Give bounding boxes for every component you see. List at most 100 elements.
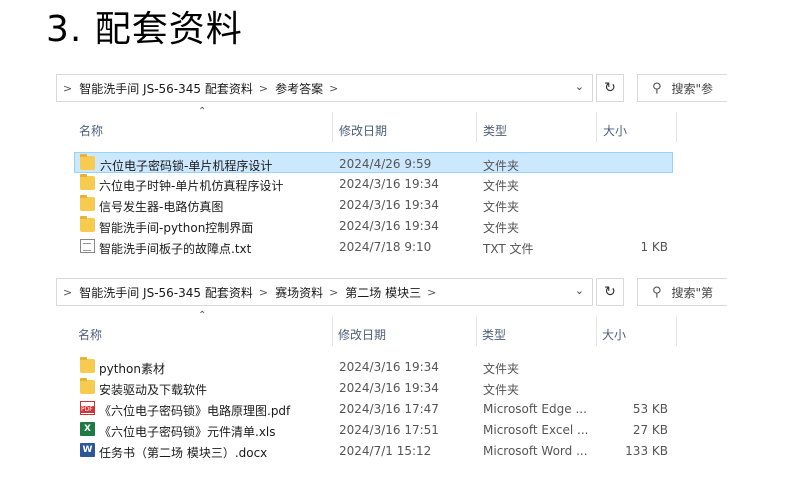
chevron-right-icon[interactable]: >: [329, 286, 338, 299]
file-list: python素材 2024/3/16 19:34 文件夹 安装驱动及下载软件 2…: [56, 356, 720, 461]
address-bar[interactable]: > 智能洗手间 JS-56-345 配套资料 > 赛场资料 > 第二场 模块三 …: [56, 278, 593, 306]
page-heading: 3. 配套资料: [46, 9, 243, 50]
folder-icon: [80, 174, 95, 190]
column-divider[interactable]: [332, 316, 333, 346]
file-explorer-2: > 智能洗手间 JS-56-345 配套资料 > 赛场资料 > 第二场 模块三 …: [56, 276, 727, 461]
file-type: 文件夹: [483, 383, 520, 397]
file-type: 文件夹: [483, 179, 520, 193]
column-header-date[interactable]: 修改日期: [338, 326, 386, 343]
file-row[interactable]: 信号发生器-电路仿真图 2024/3/16 19:34 文件夹: [56, 194, 720, 215]
file-type: 文件夹: [483, 221, 520, 235]
column-header-size[interactable]: 大小: [603, 122, 627, 139]
file-name: 六位电子时钟-单片机仿真程序设计: [99, 179, 284, 193]
column-header-type[interactable]: 类型: [482, 326, 506, 343]
chevron-down-icon[interactable]: ⌄: [575, 284, 584, 297]
txt-file-icon: [80, 239, 95, 253]
file-row[interactable]: 六位电子时钟-单片机仿真程序设计 2024/3/16 19:34 文件夹: [56, 173, 720, 194]
breadcrumb-segment[interactable]: 智能洗手间 JS-56-345 配套资料: [79, 284, 253, 301]
file-name: 信号发生器-电路仿真图: [99, 200, 224, 214]
word-file-icon: W: [80, 443, 95, 457]
file-date: 2024/3/16 19:34: [339, 198, 439, 212]
breadcrumb-segment[interactable]: 参考答案: [275, 80, 323, 97]
file-name: 六位电子密码锁-单片机程序设计: [100, 159, 273, 173]
column-divider[interactable]: [676, 112, 677, 142]
file-explorer-1: > 智能洗手间 JS-56-345 配套资料 > 参考答案 > ⌄ ↻ ⚲ 搜索…: [56, 72, 727, 257]
breadcrumb-segment[interactable]: 第二场 模块三: [345, 284, 421, 301]
sort-up-icon: ⌃: [198, 106, 207, 117]
search-placeholder: 搜索"第: [671, 285, 714, 300]
file-row[interactable]: 智能洗手间板子的故障点.txt 2024/7/18 9:10 TXT 文件 1 …: [56, 236, 720, 257]
column-header-name[interactable]: 名称: [78, 326, 102, 343]
column-divider[interactable]: [476, 112, 477, 142]
breadcrumb-segment[interactable]: 赛场资料: [275, 284, 323, 301]
column-header-size[interactable]: 大小: [602, 326, 626, 343]
file-date: 2024/3/16 19:34: [339, 177, 439, 191]
column-header-row: ⌃ 名称 修改日期 类型 大小: [56, 106, 720, 144]
file-name: 任务书（第二场 模块三）.docx: [99, 446, 268, 460]
file-row[interactable]: PDF 《六位电子密码锁》电路原理图.pdf 2024/3/16 17:47 M…: [56, 398, 720, 419]
file-row[interactable]: W 任务书（第二场 模块三）.docx 2024/7/1 15:12 Micro…: [56, 440, 720, 461]
address-row: > 智能洗手间 JS-56-345 配套资料 > 赛场资料 > 第二场 模块三 …: [56, 276, 727, 308]
folder-icon: [80, 195, 95, 211]
chevron-down-icon[interactable]: ⌄: [575, 80, 584, 93]
sort-up-icon: ⌃: [198, 310, 207, 321]
address-bar[interactable]: > 智能洗手间 JS-56-345 配套资料 > 参考答案 > ⌄: [56, 74, 593, 102]
search-input[interactable]: ⚲ 搜索"参: [637, 74, 727, 102]
address-row: > 智能洗手间 JS-56-345 配套资料 > 参考答案 > ⌄ ↻ ⚲ 搜索…: [56, 72, 727, 104]
refresh-button[interactable]: ↻: [596, 278, 624, 306]
file-date: 2024/7/1 15:12: [339, 444, 432, 458]
file-type: 文件夹: [483, 362, 520, 376]
file-name: python素材: [99, 362, 165, 376]
column-header-row: ⌃ 名称 修改日期 类型 大小: [56, 310, 720, 348]
breadcrumb-segment[interactable]: 智能洗手间 JS-56-345 配套资料: [79, 80, 253, 97]
file-size: 27 KB: [632, 423, 668, 437]
search-icon: ⚲: [652, 80, 662, 96]
chevron-right-icon[interactable]: >: [259, 82, 268, 95]
pdf-file-icon: PDF: [80, 401, 95, 415]
chevron-right-icon[interactable]: >: [329, 82, 338, 95]
column-header-type[interactable]: 类型: [483, 122, 507, 139]
file-name: 智能洗手间板子的故障点.txt: [99, 242, 252, 256]
file-type: Microsoft Excel ...: [483, 423, 589, 437]
column-divider[interactable]: [596, 112, 597, 142]
file-type: Microsoft Word ...: [483, 444, 588, 458]
file-name: 《六位电子密码锁》元件清单.xls: [99, 425, 276, 439]
file-row[interactable]: 智能洗手间-python控制界面 2024/3/16 19:34 文件夹: [56, 215, 720, 236]
column-header-name[interactable]: 名称: [79, 122, 103, 139]
file-name: 智能洗手间-python控制界面: [99, 221, 254, 235]
column-divider[interactable]: [676, 316, 677, 346]
chevron-right-icon[interactable]: >: [63, 82, 72, 95]
refresh-button[interactable]: ↻: [596, 74, 624, 102]
file-type: 文件夹: [483, 200, 520, 214]
file-size: 53 KB: [632, 402, 668, 416]
file-row[interactable]: 安装驱动及下载软件 2024/3/16 19:34 文件夹: [56, 377, 720, 398]
refresh-icon: ↻: [604, 284, 616, 300]
file-row[interactable]: python素材 2024/3/16 19:34 文件夹: [56, 356, 720, 377]
file-date: 2024/3/16 19:34: [339, 219, 439, 233]
file-type: 文件夹: [483, 159, 520, 173]
column-divider[interactable]: [332, 112, 333, 142]
file-row[interactable]: 六位电子密码锁-单片机程序设计 2024/4/26 9:59 文件夹: [74, 152, 673, 173]
file-type: TXT 文件: [483, 242, 534, 256]
file-row[interactable]: X 《六位电子密码锁》元件清单.xls 2024/3/16 17:51 Micr…: [56, 419, 720, 440]
file-size: 133 KB: [625, 444, 668, 458]
file-date: 2024/4/26 9:59: [339, 157, 432, 171]
column-divider[interactable]: [596, 316, 597, 346]
chevron-right-icon[interactable]: >: [427, 286, 436, 299]
search-input[interactable]: ⚲ 搜索"第: [637, 278, 727, 306]
file-date: 2024/3/16 19:34: [339, 381, 439, 395]
folder-icon: [80, 357, 95, 373]
search-placeholder: 搜索"参: [671, 81, 714, 96]
chevron-right-icon[interactable]: >: [259, 286, 268, 299]
folder-icon: [80, 378, 95, 394]
column-header-date[interactable]: 修改日期: [339, 122, 387, 139]
folder-icon: [80, 216, 95, 232]
file-name: 《六位电子密码锁》电路原理图.pdf: [99, 404, 291, 418]
column-divider[interactable]: [476, 316, 477, 346]
chevron-right-icon[interactable]: >: [63, 286, 72, 299]
file-date: 2024/3/16 19:34: [339, 360, 439, 374]
file-date: 2024/7/18 9:10: [339, 240, 432, 254]
file-date: 2024/3/16 17:51: [339, 423, 439, 437]
excel-file-icon: X: [80, 422, 95, 436]
file-date: 2024/3/16 17:47: [339, 402, 439, 416]
